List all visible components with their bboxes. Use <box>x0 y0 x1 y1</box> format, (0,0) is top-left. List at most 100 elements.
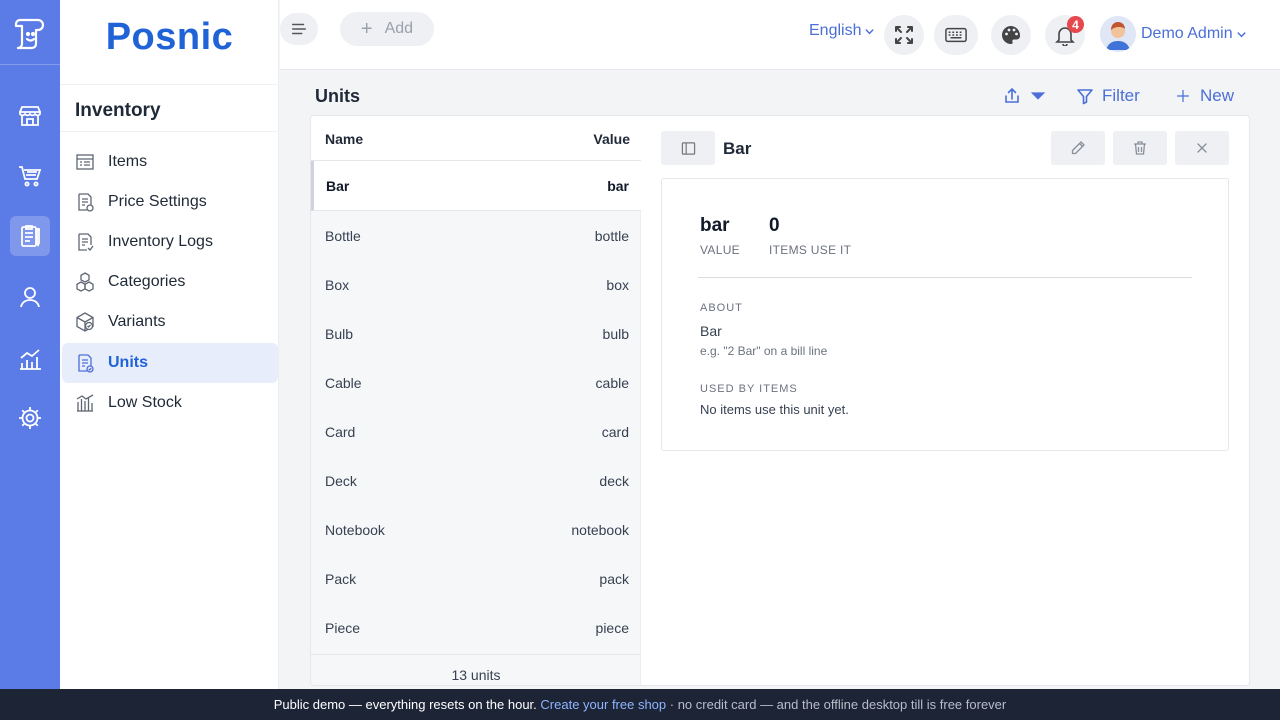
chevron-down-icon <box>1236 31 1246 37</box>
sidebar-item-price-settings[interactable]: Price Settings <box>62 182 278 222</box>
sidebar-item-low-stock[interactable]: Low Stock <box>62 383 278 423</box>
export-button[interactable] <box>1003 87 1047 105</box>
row-value: deck <box>599 473 629 489</box>
pencil-icon <box>1071 141 1085 155</box>
column-header-name[interactable]: Name <box>325 131 363 147</box>
demo-banner: Public demo — everything resets on the h… <box>0 689 1280 720</box>
list-header: Name Value <box>311 116 641 161</box>
card-divider <box>698 277 1192 278</box>
table-row[interactable]: Bar bar <box>311 161 641 211</box>
notifications-button[interactable]: 4 <box>1045 15 1085 55</box>
row-value: bottle <box>594 228 629 244</box>
row-value: cable <box>595 375 629 391</box>
rail-customers-button[interactable] <box>10 277 50 317</box>
row-value: piece <box>595 620 629 636</box>
edit-button[interactable] <box>1051 131 1105 165</box>
chevron-down-icon <box>865 28 875 34</box>
about-label: ABOUT <box>700 302 743 314</box>
price-settings-icon <box>75 192 95 212</box>
sidebar-item-units[interactable]: Units <box>62 343 278 383</box>
sidebar-divider <box>60 84 279 85</box>
user-menu[interactable]: Demo Admin <box>1141 25 1247 43</box>
items-icon <box>75 152 95 172</box>
avatar[interactable] <box>1100 16 1136 52</box>
sidebar-item-label: Variants <box>108 313 166 330</box>
units-list: Name Value Bar bar Bottle bottle Box box… <box>311 116 641 685</box>
rail-inventory-button[interactable] <box>10 216 50 256</box>
table-row[interactable]: Cable cable <box>311 358 641 407</box>
table-row[interactable]: Box box <box>311 260 641 309</box>
keyboard-icon <box>945 27 967 43</box>
clipboard-icon <box>21 225 40 248</box>
row-name: Pack <box>325 571 357 587</box>
sidebar-item-variants[interactable]: Variants <box>62 302 278 342</box>
menu-icon <box>291 23 307 35</box>
user-icon <box>20 287 40 308</box>
palette-icon <box>1002 26 1021 44</box>
create-shop-link[interactable]: Create your free shop <box>540 697 666 712</box>
theme-button[interactable] <box>991 15 1031 55</box>
units-icon <box>75 353 95 373</box>
row-value: box <box>606 277 629 293</box>
app-logo-icon[interactable] <box>10 12 50 52</box>
row-name: Bottle <box>325 228 361 244</box>
rail-settings-button[interactable] <box>10 398 50 438</box>
rail-sales-button[interactable] <box>10 156 50 196</box>
unit-value-label: VALUE <box>700 243 740 257</box>
page-title: Units <box>315 86 360 106</box>
items-count-label: ITEMS USE IT <box>769 243 852 257</box>
sidebar-item-label: Items <box>108 153 148 170</box>
row-value: pack <box>599 571 629 587</box>
sidebar-item-inventory-logs[interactable]: Inventory Logs <box>62 222 278 262</box>
unit-detail-card: bar VALUE 0 ITEMS USE IT ABOUT Bar e.g. … <box>661 178 1229 451</box>
table-row[interactable]: Notebook notebook <box>311 505 641 554</box>
add-button-label: Add <box>384 20 414 37</box>
language-selector[interactable]: English <box>809 22 875 40</box>
rail-reports-button[interactable] <box>10 339 50 379</box>
row-name: Card <box>325 424 356 440</box>
menu-toggle-button[interactable] <box>280 13 318 45</box>
user-name: Demo Admin <box>1141 25 1233 42</box>
banner-text-suffix: · no credit card — and the offline deskt… <box>666 697 1007 712</box>
table-row[interactable]: Pack pack <box>311 554 641 603</box>
fullscreen-button[interactable] <box>884 15 924 55</box>
row-name: Bar <box>326 178 350 194</box>
items-count: 0 <box>769 215 780 236</box>
table-row[interactable]: Bottle bottle <box>311 211 641 260</box>
new-label: New <box>1200 86 1235 105</box>
sidebar-item-categories[interactable]: Categories <box>62 262 278 302</box>
close-button[interactable] <box>1175 131 1229 165</box>
keyboard-shortcuts-button[interactable] <box>934 15 978 55</box>
table-row[interactable]: Piece piece <box>311 603 641 652</box>
table-row[interactable]: Card card <box>311 407 641 456</box>
gear-icon <box>19 407 41 429</box>
sidebar-item-label: Low Stock <box>108 394 182 411</box>
sidebar-item-label: Price Settings <box>108 193 207 210</box>
used-by-label: USED BY ITEMS <box>700 383 798 395</box>
add-button[interactable]: + Add <box>340 12 434 46</box>
plus-icon: + <box>360 17 373 40</box>
brand-logo[interactable]: Posnic <box>60 16 279 59</box>
row-value: notebook <box>571 522 629 538</box>
delete-button[interactable] <box>1113 131 1167 165</box>
column-header-value[interactable]: Value <box>593 131 630 147</box>
rail-store-button[interactable] <box>10 96 50 136</box>
about-hint: e.g. "2 Bar" on a bill line <box>700 344 828 358</box>
sidebar-item-items[interactable]: Items <box>62 142 278 182</box>
toggle-list-button[interactable] <box>661 131 715 165</box>
table-row[interactable]: Bulb bulb <box>311 309 641 358</box>
categories-icon <box>75 272 95 292</box>
fullscreen-icon <box>895 26 913 44</box>
filter-button[interactable]: Filter <box>1076 86 1140 106</box>
row-name: Box <box>325 277 350 293</box>
new-button[interactable]: New <box>1176 86 1234 106</box>
table-row[interactable]: Deck deck <box>311 456 641 505</box>
about-text: Bar <box>700 323 722 339</box>
language-label: English <box>809 22 862 39</box>
row-value: bar <box>607 178 629 194</box>
chart-icon <box>20 349 41 370</box>
caret-down-icon <box>1030 92 1046 100</box>
sidebar: Posnic Inventory Items Price Settings In… <box>60 0 279 689</box>
avatar-icon <box>1100 16 1136 52</box>
sidebar-section-title: Inventory <box>75 100 161 121</box>
